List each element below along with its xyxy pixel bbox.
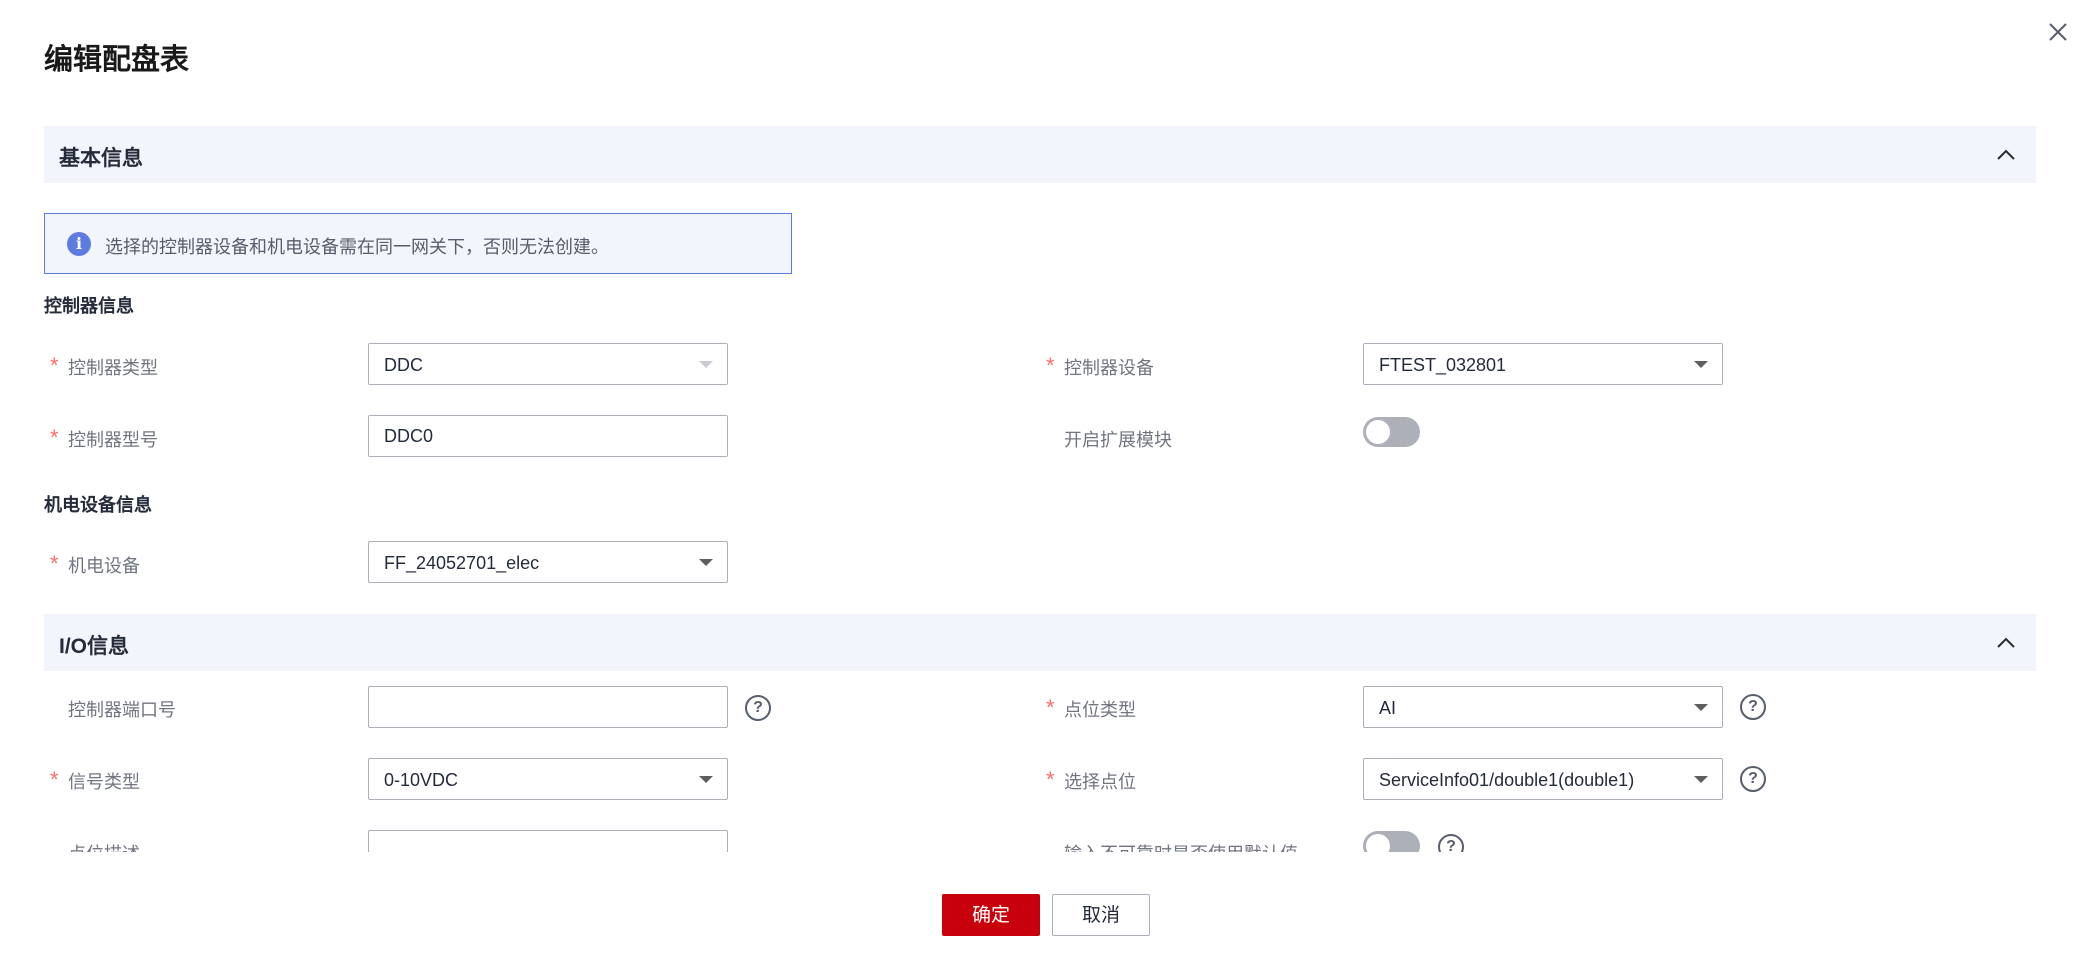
equipment-select[interactable]: FF_24052701_elec — [368, 541, 728, 583]
caret-down-icon — [1694, 704, 1708, 711]
controller-model-label: * 控制器型号 — [50, 425, 158, 450]
dialog-body[interactable]: 编辑配盘表 基本信息 i 选择的控制器设备和机电设备需在同一网关下，否则无法创建… — [0, 0, 2078, 852]
equipment-info-title: 机电设备信息 — [44, 495, 152, 515]
caret-down-icon — [1694, 361, 1708, 368]
point-desc-input[interactable] — [368, 830, 728, 852]
signal-type-select[interactable]: 0-10VDC — [368, 758, 728, 800]
section-basic-info[interactable]: 基本信息 — [44, 126, 2036, 183]
required-mark: * — [1046, 353, 1055, 378]
select-point-label: * 选择点位 — [1046, 767, 1136, 792]
required-mark: * — [50, 551, 59, 576]
dialog-title: 编辑配盘表 — [44, 44, 190, 76]
required-mark: * — [1046, 695, 1055, 720]
use-default-toggle[interactable] — [1363, 831, 1420, 852]
confirm-button[interactable]: 确定 — [942, 894, 1040, 936]
port-label: 控制器端口号 — [68, 700, 176, 720]
controller-model-input[interactable] — [368, 415, 728, 457]
section-io-info[interactable]: I/O信息 — [44, 614, 2036, 671]
section-basic-info-title: 基本信息 — [59, 147, 143, 170]
point-desc-label: 点位描述 — [68, 840, 140, 852]
caret-down-icon — [699, 776, 713, 783]
required-mark: * — [50, 767, 59, 792]
info-icon: i — [67, 232, 91, 256]
controller-device-label: * 控制器设备 — [1046, 353, 1154, 378]
required-mark: * — [50, 425, 59, 450]
controller-device-select[interactable]: FTEST_032801 — [1363, 343, 1723, 385]
cancel-button[interactable]: 取消 — [1052, 894, 1150, 936]
point-type-label: * 点位类型 — [1046, 695, 1136, 720]
required-mark: * — [1046, 767, 1055, 792]
help-icon[interactable]: ? — [745, 695, 771, 721]
required-mark: * — [50, 353, 59, 378]
toggle-knob — [1366, 420, 1390, 444]
caret-down-icon — [1694, 776, 1708, 783]
section-io-info-title: I/O信息 — [59, 635, 130, 658]
signal-type-label: * 信号类型 — [50, 767, 140, 792]
chevron-up-icon[interactable] — [1994, 143, 2018, 167]
use-default-label: 输入不可靠时是否使用默认值 — [1064, 840, 1298, 852]
point-type-select[interactable]: AI — [1363, 686, 1723, 728]
help-icon[interactable]: ? — [1740, 766, 1766, 792]
edit-allocation-dialog: 编辑配盘表 基本信息 i 选择的控制器设备和机电设备需在同一网关下，否则无法创建… — [0, 0, 2078, 970]
controller-info-title: 控制器信息 — [44, 296, 134, 316]
equipment-label: * 机电设备 — [50, 551, 140, 576]
chevron-up-icon[interactable] — [1994, 631, 2018, 655]
expansion-module-label: 开启扩展模块 — [1064, 430, 1172, 450]
close-icon[interactable] — [2046, 20, 2070, 44]
port-input[interactable] — [368, 686, 728, 728]
caret-down-icon — [699, 361, 713, 368]
help-icon[interactable]: ? — [1438, 834, 1464, 852]
expansion-module-toggle[interactable] — [1363, 417, 1420, 447]
caret-down-icon — [699, 559, 713, 566]
select-point-select[interactable]: ServiceInfo01/double1(double1) — [1363, 758, 1723, 800]
info-alert-text: 选择的控制器设备和机电设备需在同一网关下，否则无法创建。 — [105, 237, 609, 257]
controller-type-select[interactable]: DDC — [368, 343, 728, 385]
info-alert: i 选择的控制器设备和机电设备需在同一网关下，否则无法创建。 — [44, 213, 792, 274]
controller-type-label: * 控制器类型 — [50, 353, 158, 378]
toggle-knob — [1366, 834, 1390, 852]
help-icon[interactable]: ? — [1740, 694, 1766, 720]
